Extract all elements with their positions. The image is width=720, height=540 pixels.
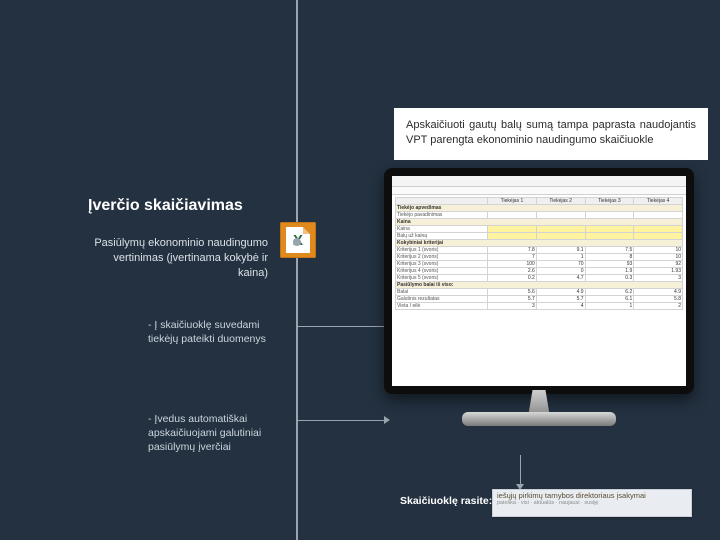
spreadsheet-screen: Tiekėjas 1Tiekėjas 2Tiekėjas 3Tiekėjas 4…: [392, 176, 686, 386]
vertical-divider: [296, 0, 298, 540]
chip-subtitle: paieška · visi · aktualūs · naujausi · s…: [497, 500, 687, 506]
footer-label: Skaičiuoklę rasite:: [400, 495, 492, 507]
info-note: Apskaičiuoti gautų balų sumą tampa papra…: [394, 108, 708, 160]
connector-line: [297, 420, 385, 421]
timeline-node: [293, 238, 301, 246]
section-subtitle: Pasiūlymų ekonominio naudingumo vertinim…: [88, 236, 268, 281]
link-preview-chip[interactable]: iešųjų pirkimų tarnybos direktoriaus įsa…: [492, 489, 692, 517]
connector-line: [297, 326, 385, 327]
chip-title: iešųjų pirkimų tarnybos direktoriaus įsa…: [497, 492, 687, 500]
callout-input-data: - Į skaičiuoklę suvedami tiekėjų pateikt…: [148, 318, 288, 346]
connector-line: [520, 455, 521, 485]
monitor-illustration: Tiekėjas 1Tiekėjas 2Tiekėjas 3Tiekėjas 4…: [384, 168, 694, 438]
section-heading: Įverčio skaičiavimas: [88, 197, 243, 215]
callout-auto-results: - Įvedus automatiškai apskaičiuojami gal…: [148, 412, 298, 455]
